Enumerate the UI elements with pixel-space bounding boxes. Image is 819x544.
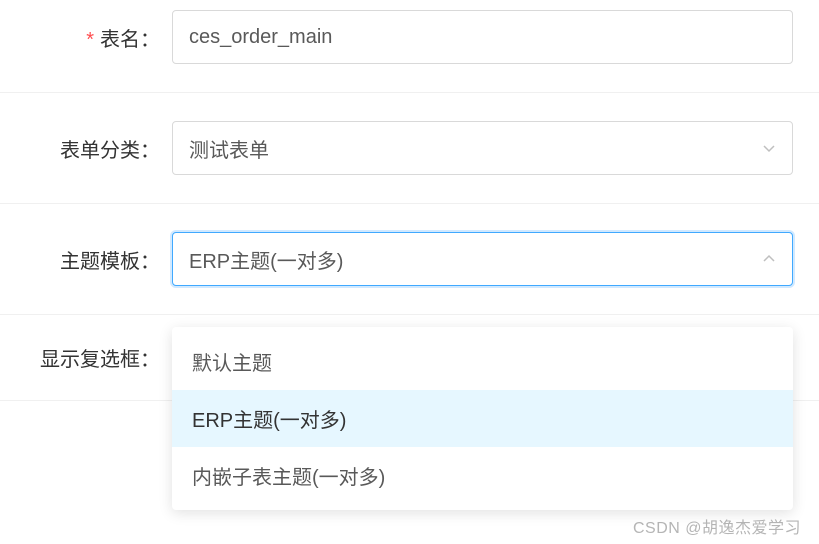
label-form-category: 表单分类：	[0, 134, 172, 163]
label-text: 主题模板	[60, 251, 140, 273]
label-theme-template: 主题模板：	[0, 245, 172, 274]
label-text: 表单分类	[60, 140, 140, 162]
required-mark: *	[86, 29, 94, 51]
form-row-table-name: *表名：	[0, 0, 819, 93]
table-name-input[interactable]	[172, 10, 793, 64]
form-row-form-category: 表单分类： 测试表单	[0, 93, 819, 204]
select-value: ERP主题(一对多)	[189, 245, 343, 274]
watermark: CSDN @胡逸杰爱学习	[633, 514, 801, 538]
chevron-up-icon	[762, 252, 776, 266]
label-table-name: *表名：	[0, 23, 172, 52]
select-value: 测试表单	[189, 134, 269, 163]
theme-template-select[interactable]: ERP主题(一对多)	[172, 232, 793, 286]
dropdown-option-embedded[interactable]: 内嵌子表主题(一对多)	[172, 447, 793, 504]
label-text: 表名	[100, 29, 140, 51]
form-row-theme-template: 主题模板： ERP主题(一对多)	[0, 204, 819, 315]
chevron-down-icon	[762, 141, 776, 155]
form-category-select[interactable]: 测试表单	[172, 121, 793, 175]
label-show-checkbox: 显示复选框：	[0, 343, 172, 372]
label-text: 显示复选框	[40, 349, 140, 371]
theme-template-dropdown: 默认主题 ERP主题(一对多) 内嵌子表主题(一对多)	[172, 327, 793, 510]
dropdown-option-default[interactable]: 默认主题	[172, 333, 793, 390]
dropdown-option-erp[interactable]: ERP主题(一对多)	[172, 390, 793, 447]
